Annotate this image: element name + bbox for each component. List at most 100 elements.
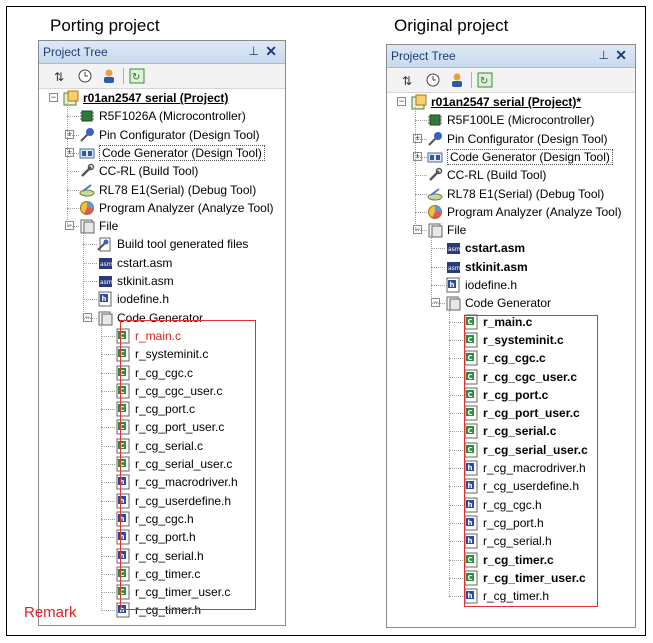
tree-connector: [449, 522, 463, 524]
tree-item-label: Code Generator (Design Tool): [447, 148, 613, 165]
tree-connector: [83, 262, 97, 264]
tree-connector: [449, 358, 463, 360]
tree-connector: [431, 266, 445, 268]
tree-item-label: CC-RL (Build Tool): [447, 168, 547, 183]
tree-connector: [67, 152, 79, 154]
tree-item-label: RL78 E1(Serial) (Debug Tool): [99, 182, 257, 197]
tree-item-analyzer[interactable]: Program Analyzer (Analyze Tool): [79, 199, 274, 217]
tree-connector: [101, 573, 115, 575]
tree-connector: [449, 321, 463, 323]
tree-connector: [83, 244, 97, 246]
tree-item-label: RL78 E1(Serial) (Debug Tool): [447, 186, 605, 201]
pane-toolbar: ⇅ ↻: [39, 64, 285, 89]
tree-item-file-entry[interactable]: asm stkinit.asm: [97, 272, 174, 290]
tree-item-pin-configurator[interactable]: Pin Configurator (Design Tool): [79, 126, 260, 144]
clock-icon[interactable]: [425, 72, 441, 88]
asm-file-icon: asm: [97, 273, 113, 289]
tree-item-label: File: [99, 219, 119, 234]
tree-connector: [449, 431, 463, 433]
pane-toolbar: ⇅ ↻: [387, 68, 635, 93]
tree-connector: [83, 231, 84, 318]
tree-item-build-tool[interactable]: CC-RL (Build Tool): [79, 162, 198, 180]
microcontroller-icon: [79, 108, 95, 124]
tree-connector: [101, 335, 115, 337]
tree-item-build-generated[interactable]: Build tool generated files: [97, 235, 248, 253]
analyzer-icon: [79, 200, 95, 216]
pane-title: Project Tree: [43, 45, 108, 59]
tree-connector: [83, 299, 97, 301]
asm-file-icon: asm: [97, 255, 113, 271]
svg-text:asm: asm: [100, 261, 113, 268]
tree-item-file[interactable]: File: [427, 221, 466, 239]
tree-connector: [67, 207, 79, 209]
tree-item-code-generator-tool[interactable]: Code Generator (Design Tool): [427, 148, 613, 166]
tree-item-project[interactable]: r01an2547 serial (Project)*: [411, 93, 581, 111]
tree-connector: [101, 610, 115, 612]
pin-icon[interactable]: ⊥: [249, 44, 259, 58]
generated-files-icon: [97, 236, 113, 252]
project-icon: [411, 94, 427, 110]
tree-item-label: iodefine.h: [117, 292, 170, 307]
debug-tool-icon: [79, 182, 95, 198]
user-icon[interactable]: [101, 68, 117, 84]
tree-item-microcontroller[interactable]: R5F1026A (Microcontroller): [79, 107, 246, 125]
analyzer-icon: [427, 204, 443, 220]
tree-connector: [101, 322, 102, 611]
clock-icon[interactable]: [77, 68, 93, 84]
tree-connector: [101, 500, 115, 502]
tree-item-file-entry[interactable]: h iodefine.h: [97, 290, 169, 308]
tree-connector: [449, 541, 463, 543]
tree-item-file-entry[interactable]: asm stkinit.asm: [445, 258, 528, 276]
sort-icon[interactable]: ⇅: [51, 68, 67, 84]
tree-item-file-entry[interactable]: h iodefine.h: [445, 276, 517, 294]
tree-item-label: cstart.asm: [117, 255, 173, 270]
tree-connector: [449, 308, 450, 597]
tree-item-label: Code Generator: [465, 296, 552, 311]
tree-item-label: Pin Configurator (Design Tool): [99, 127, 260, 142]
svg-text:asm: asm: [448, 246, 461, 253]
pin-icon[interactable]: ⊥: [599, 48, 609, 62]
tree-item-code-generator[interactable]: Code Generator: [445, 294, 551, 312]
tree-item-label: CC-RL (Build Tool): [99, 164, 199, 179]
close-icon[interactable]: ✕: [615, 47, 627, 64]
collapse-icon[interactable]: −: [397, 97, 406, 106]
svg-text:⇅: ⇅: [54, 70, 64, 84]
user-icon[interactable]: [449, 72, 465, 88]
tree-item-project[interactable]: r01an2547 serial (Project): [63, 89, 228, 107]
tree-item-file[interactable]: File: [79, 217, 118, 235]
tree-connector: [83, 281, 97, 282]
pane-title-bar[interactable]: Project Tree ⊥ ✕: [387, 45, 635, 68]
tree-item-file-entry[interactable]: asm cstart.asm: [97, 254, 172, 272]
refresh-icon[interactable]: ↻: [129, 68, 145, 84]
pane-title-bar[interactable]: Project Tree ⊥ ✕: [39, 41, 285, 64]
tree-connector: [449, 596, 463, 598]
asm-file-icon: asm: [445, 259, 461, 275]
tree-item-build-tool[interactable]: CC-RL (Build Tool): [427, 166, 546, 184]
tree-connector: [67, 116, 79, 118]
tree-item-pin-configurator[interactable]: Pin Configurator (Design Tool): [427, 130, 608, 148]
close-icon[interactable]: ✕: [265, 43, 277, 60]
tree-item-file-entry[interactable]: asm cstart.asm: [445, 239, 525, 257]
tree-item-code-generator-tool[interactable]: Code Generator (Design Tool): [79, 144, 265, 162]
tree-connector: [449, 394, 463, 396]
svg-text:⇅: ⇅: [402, 74, 412, 88]
build-tool-icon: [427, 167, 443, 183]
tree-connector: [101, 592, 115, 594]
tree-item-debug-tool[interactable]: RL78 E1(Serial) (Debug Tool): [427, 185, 604, 203]
sort-icon[interactable]: ⇅: [399, 72, 415, 88]
tree-item-analyzer[interactable]: Program Analyzer (Analyze Tool): [427, 203, 622, 221]
project-icon: [63, 90, 79, 106]
tree-connector: [101, 482, 115, 484]
tree-connector: [415, 211, 427, 213]
tree-item-microcontroller[interactable]: R5F100LE (Microcontroller): [427, 111, 594, 129]
tree-item-debug-tool[interactable]: RL78 E1(Serial) (Debug Tool): [79, 181, 256, 199]
collapse-icon[interactable]: −: [49, 93, 58, 102]
tree-connector: [415, 156, 427, 158]
tree-connector: [431, 285, 445, 286]
tree-connector: [101, 518, 115, 520]
folder-icon: [97, 310, 113, 326]
tree-connector: [449, 486, 463, 488]
svg-text:asm: asm: [100, 279, 113, 286]
tree-item-label: Code Generator (Design Tool): [99, 144, 265, 161]
refresh-icon[interactable]: ↻: [477, 72, 493, 88]
